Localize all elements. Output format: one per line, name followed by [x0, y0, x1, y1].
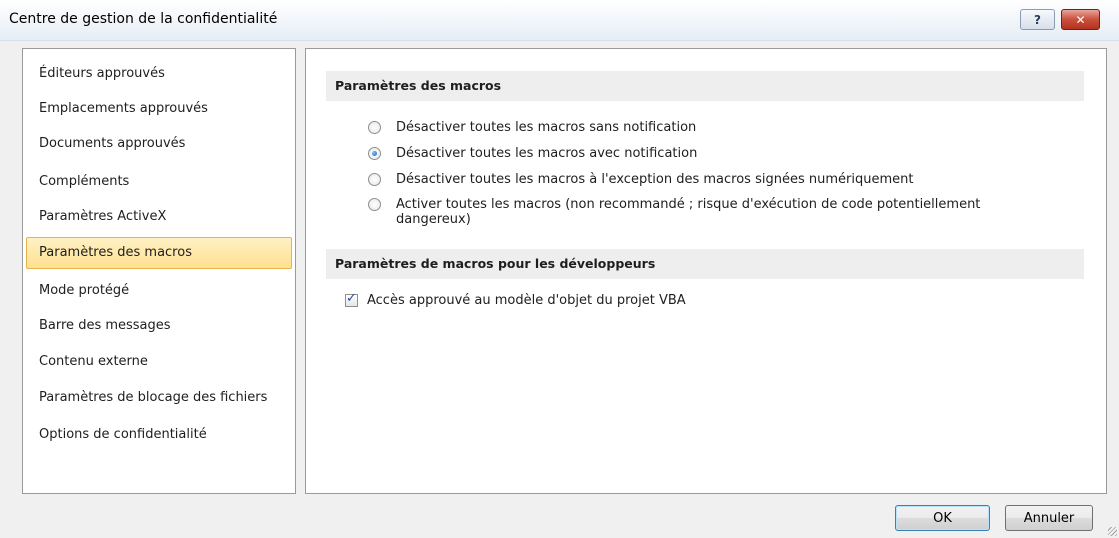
resize-grip-icon[interactable]: [1108, 527, 1117, 536]
sidebar-item-activex-settings[interactable]: Paramètres ActiveX: [26, 202, 292, 234]
sidebar-item-privacy-options[interactable]: Options de confidentialité: [26, 420, 292, 452]
sidebar-item-macro-settings[interactable]: Paramètres des macros: [26, 237, 292, 269]
radio-button[interactable]: [368, 121, 381, 134]
close-button[interactable]: ✕: [1061, 9, 1100, 30]
ok-button[interactable]: OK: [895, 505, 990, 531]
vba-access-checkbox-row[interactable]: ✓ Accès approuvé au modèle d'objet du pr…: [345, 291, 686, 308]
radio-enable-all-macros[interactable]: Activer toutes les macros (non recommand…: [368, 197, 980, 227]
sidebar-item-external-content[interactable]: Contenu externe: [26, 347, 292, 379]
radio-button-selected[interactable]: [368, 147, 381, 160]
sidebar-item-label: Paramètres des macros: [39, 245, 192, 260]
vba-access-label: Accès approuvé au modèle d'objet du proj…: [367, 293, 686, 308]
sidebar-item-message-bar[interactable]: Barre des messages: [26, 311, 292, 343]
sidebar-item-label: Emplacements approuvés: [39, 101, 208, 116]
radio-disable-all-no-notification[interactable]: Désactiver toutes les macros sans notifi…: [368, 120, 696, 135]
macro-settings-header: Paramètres des macros: [326, 71, 1084, 101]
radio-label-line2: dangereux): [396, 212, 471, 227]
sidebar-item-label: Paramètres ActiveX: [39, 209, 167, 224]
radio-label: Désactiver toutes les macros à l'excepti…: [396, 172, 914, 187]
sidebar-item-label: Éditeurs approuvés: [39, 66, 165, 81]
cancel-button[interactable]: Annuler: [1005, 505, 1093, 531]
sidebar-item-trusted-publishers[interactable]: Éditeurs approuvés: [26, 59, 292, 91]
sidebar-item-trusted-documents[interactable]: Documents approuvés: [26, 129, 292, 161]
radio-button[interactable]: [368, 198, 381, 211]
sidebar-item-label: Compléments: [39, 174, 130, 189]
sidebar-item-label: Barre des messages: [39, 318, 171, 333]
title-bar: Centre de gestion de la confidentialité …: [0, 0, 1119, 41]
sidebar-item-trusted-locations[interactable]: Emplacements approuvés: [26, 94, 292, 126]
sidebar-item-label: Mode protégé: [39, 283, 130, 298]
sidebar-item-label: Paramètres de blocage des fichiers: [39, 390, 268, 405]
radio-disable-except-signed[interactable]: Désactiver toutes les macros à l'excepti…: [368, 172, 913, 187]
checkmark-icon: ✓: [346, 291, 357, 306]
developer-settings-header: Paramètres de macros pour les développeu…: [326, 249, 1084, 279]
sidebar-item-protected-view[interactable]: Mode protégé: [26, 276, 292, 308]
trust-center-dialog: Centre de gestion de la confidentialité …: [0, 0, 1119, 538]
help-button[interactable]: ?: [1020, 9, 1055, 30]
radio-label: Activer toutes les macros (non recommand…: [396, 197, 980, 227]
sidebar-item-file-block-settings[interactable]: Paramètres de blocage des fichiers: [26, 383, 292, 415]
help-icon: ?: [1034, 12, 1041, 27]
sidebar-item-label: Documents approuvés: [39, 136, 186, 151]
settings-panel: Paramètres des macros Désactiver toutes …: [305, 48, 1107, 494]
radio-disable-all-with-notification[interactable]: Désactiver toutes les macros avec notifi…: [368, 146, 697, 161]
close-icon: ✕: [1075, 12, 1086, 27]
sidebar-item-label: Contenu externe: [39, 354, 148, 369]
radio-label-line1: Activer toutes les macros (non recommand…: [396, 197, 981, 212]
radio-button[interactable]: [368, 173, 381, 186]
checkbox-checked[interactable]: ✓: [345, 291, 358, 307]
sidebar-item-label: Options de confidentialité: [39, 427, 207, 442]
radio-label: Désactiver toutes les macros sans notifi…: [396, 120, 697, 135]
dialog-title: Centre de gestion de la confidentialité: [9, 11, 278, 27]
radio-label: Désactiver toutes les macros avec notifi…: [396, 146, 698, 161]
category-list: Éditeurs approuvés Emplacements approuvé…: [22, 48, 296, 494]
sidebar-item-add-ins[interactable]: Compléments: [26, 167, 292, 199]
